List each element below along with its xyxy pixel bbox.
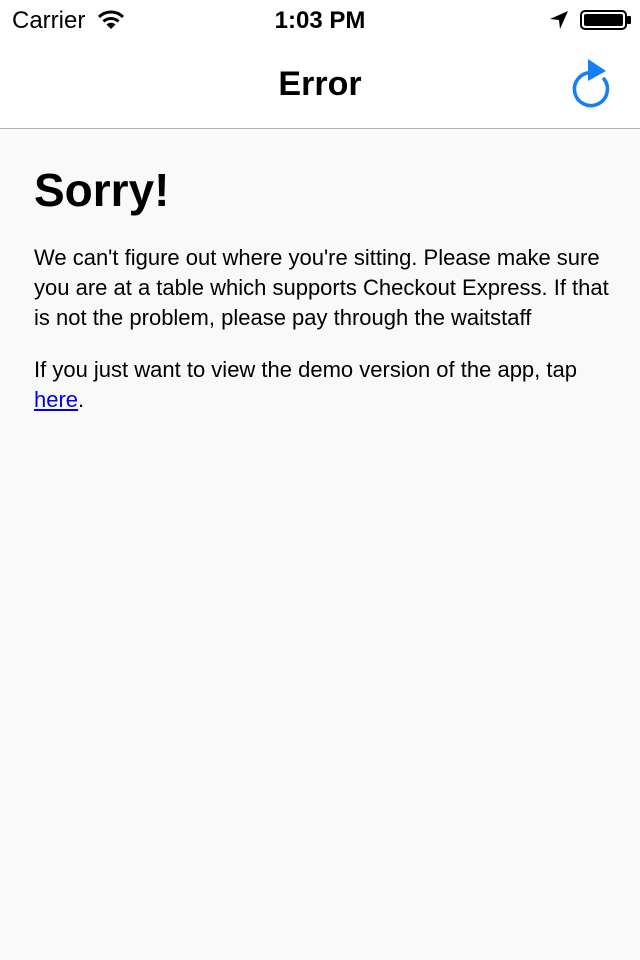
refresh-icon (572, 59, 610, 108)
demo-prefix-text: If you just want to view the demo versio… (34, 357, 577, 382)
page-title: Error (278, 65, 362, 103)
battery-icon (580, 10, 632, 30)
error-message: We can't figure out where you're sitting… (34, 245, 609, 330)
demo-here-link[interactable]: here (34, 387, 78, 412)
demo-suffix-text: . (78, 387, 85, 412)
status-time: 1:03 PM (274, 7, 366, 34)
error-content: Sorry! We can't figure out where you're … (34, 129, 614, 415)
refresh-button[interactable] (562, 58, 618, 110)
error-heading: Sorry! (34, 164, 170, 216)
navigation-bar: Error (0, 40, 640, 129)
status-bar: Carrier 1:03 PM (0, 0, 640, 40)
demo-instructions: If you just want to view the demo versio… (34, 355, 614, 415)
location-arrow-icon (548, 9, 570, 31)
